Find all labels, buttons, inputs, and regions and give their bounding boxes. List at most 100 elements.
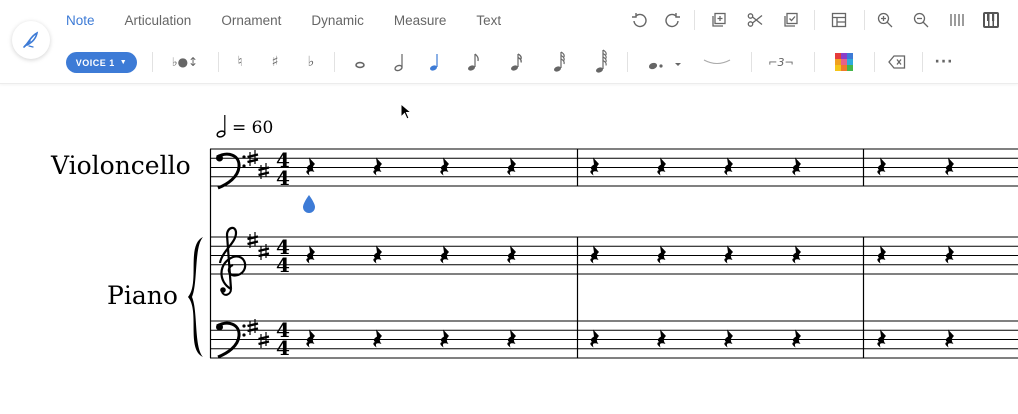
quarter-rest[interactable] <box>440 329 449 348</box>
tab-articulation[interactable]: Articulation <box>125 13 192 28</box>
dot-dropdown-button[interactable] <box>643 50 687 74</box>
flip-stem-button[interactable]: ♭●↕ <box>168 50 202 74</box>
tie-button[interactable] <box>702 50 732 74</box>
quarter-rest[interactable] <box>877 245 886 264</box>
quarter-rest[interactable] <box>657 245 666 264</box>
half-note-button[interactable] <box>390 50 410 74</box>
piano-brace <box>188 237 203 357</box>
quarter-rest[interactable] <box>877 329 886 348</box>
sixty-fourth-note-button[interactable] <box>591 49 611 74</box>
eighth-note-icon <box>468 53 479 71</box>
divider <box>864 10 865 30</box>
quarter-rest[interactable] <box>306 245 315 264</box>
layout-icon[interactable] <box>828 8 850 32</box>
tab-measure[interactable]: Measure <box>394 13 447 28</box>
quarter-rest[interactable] <box>792 329 801 348</box>
quarter-note-button[interactable] <box>425 50 445 74</box>
color-button[interactable] <box>834 50 854 74</box>
tab-dynamic[interactable]: Dynamic <box>311 13 364 28</box>
divider <box>814 52 815 72</box>
divider <box>874 52 875 72</box>
score-area[interactable]: = 60 Violoncello Piano 4 4 4 4 4 4 <box>0 85 1018 414</box>
quarter-rest[interactable] <box>507 157 516 176</box>
note-input-cursor-icon[interactable] <box>302 194 316 219</box>
natural-icon: ♮ <box>237 54 243 70</box>
flat-icon: ♭ <box>307 54 315 70</box>
zoom-out-icon[interactable] <box>910 8 932 32</box>
quarter-rest[interactable] <box>877 157 886 176</box>
quarter-rest[interactable] <box>507 329 516 348</box>
flat-button[interactable]: ♭ <box>303 50 319 74</box>
quarter-rest[interactable] <box>945 245 954 264</box>
sixteenth-note-button[interactable] <box>506 50 526 74</box>
quarter-rest[interactable] <box>724 245 733 264</box>
quarter-rest[interactable] <box>945 329 954 348</box>
sharp-button[interactable]: ♯ <box>267 50 283 74</box>
divider <box>152 52 153 72</box>
eighth-note-button[interactable] <box>463 50 483 74</box>
quarter-rest[interactable] <box>440 245 449 264</box>
tab-ornament[interactable]: Ornament <box>221 13 281 28</box>
mouse-pointer-icon <box>400 102 413 126</box>
quarter-rest[interactable] <box>306 157 315 176</box>
more-icon: ··· <box>934 54 954 70</box>
thirty-second-note-button[interactable] <box>549 50 569 74</box>
tab-note[interactable]: Note <box>66 13 95 28</box>
quarter-rest[interactable] <box>945 157 954 176</box>
sixty-fourth-note-icon <box>596 49 607 73</box>
staff-violoncello[interactable] <box>210 148 1018 187</box>
key-signature-violoncello <box>246 148 271 181</box>
bars-icon[interactable] <box>946 8 968 32</box>
staff-piano-bass[interactable] <box>210 320 1018 359</box>
quarter-rest[interactable] <box>590 157 599 176</box>
quarter-rest[interactable] <box>590 245 599 264</box>
feather-pen-icon <box>23 31 39 48</box>
quarter-rest[interactable] <box>306 329 315 348</box>
natural-button[interactable]: ♮ <box>232 50 248 74</box>
divider <box>922 52 923 72</box>
quarter-rest[interactable] <box>373 329 382 348</box>
duplicate-icon[interactable] <box>708 8 730 32</box>
quarter-rest[interactable] <box>373 157 382 176</box>
quarter-rest[interactable] <box>724 157 733 176</box>
tab-text[interactable]: Text <box>476 13 501 28</box>
whole-note-button[interactable] <box>350 50 370 74</box>
quarter-rest[interactable] <box>373 245 382 264</box>
backspace-icon <box>888 55 906 69</box>
quarter-rest[interactable] <box>792 245 801 264</box>
piano-icon[interactable] <box>980 8 1002 32</box>
redo-icon[interactable] <box>662 8 684 32</box>
quarter-rest[interactable] <box>792 157 801 176</box>
undo-icon[interactable] <box>628 8 650 32</box>
divider <box>814 10 815 30</box>
delete-button[interactable] <box>887 50 907 74</box>
color-palette-icon <box>835 53 853 71</box>
tuplet-button[interactable]: ⌐3¬ <box>764 50 798 74</box>
quarter-rest[interactable] <box>657 157 666 176</box>
quarter-rest[interactable] <box>440 157 449 176</box>
divider <box>334 52 335 72</box>
dotted-note-icon <box>648 62 681 70</box>
tuplet-icon: ⌐3¬ <box>768 55 794 69</box>
mode-tabs: Note Articulation Ornament Dynamic Measu… <box>66 0 531 40</box>
tie-icon <box>703 59 731 65</box>
quarter-rest[interactable] <box>657 329 666 348</box>
staff-piano-treble[interactable] <box>210 236 1018 275</box>
paste-icon[interactable] <box>780 8 802 32</box>
quarter-rest[interactable] <box>590 329 599 348</box>
note-tools: ♭●↕ ♮ ♯ ♭ ⌐3¬ ··· <box>0 49 1018 76</box>
bass-clef-piano <box>216 321 246 359</box>
key-signature-bass <box>246 317 271 350</box>
score-staves[interactable]: 4 4 4 4 4 4 <box>0 85 1018 414</box>
cut-icon[interactable] <box>744 8 766 32</box>
quarter-rest[interactable] <box>507 245 516 264</box>
quarter-rest[interactable] <box>724 329 733 348</box>
more-button[interactable]: ··· <box>934 50 954 74</box>
zoom-in-icon[interactable] <box>874 8 896 32</box>
time-signature-bass-bottom: 4 <box>276 336 290 360</box>
divider <box>627 52 628 72</box>
divider <box>218 52 219 72</box>
time-signature-violoncello-bottom: 4 <box>276 166 290 190</box>
divider <box>694 10 695 30</box>
sharp-icon: ♯ <box>271 54 279 70</box>
